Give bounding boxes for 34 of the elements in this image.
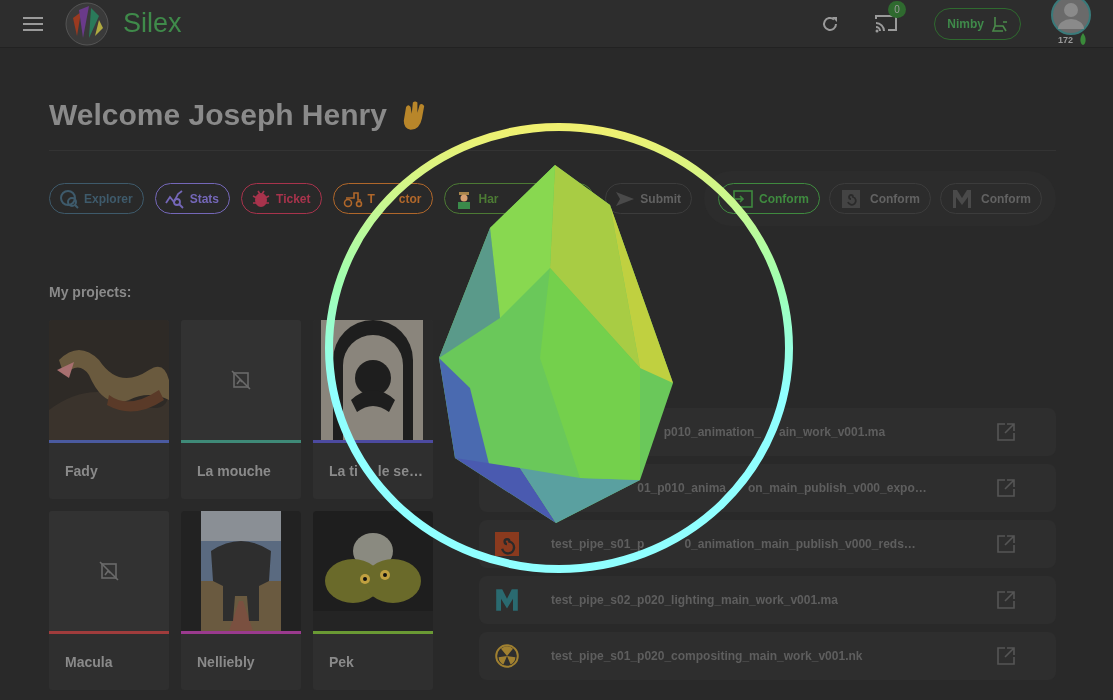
tool-icon [164,188,185,209]
section-heading: My projects: [49,284,133,300]
user-avatar[interactable] [1051,0,1091,35]
radiation-icon [495,644,519,668]
open-external-icon[interactable] [996,478,1016,498]
open-external-icon[interactable] [996,590,1016,610]
welcome-title: Welcome Joseph Henry [49,98,387,132]
notification-badge: 0 [888,0,906,18]
open-external-icon[interactable] [996,646,1016,666]
leaf-icon [1079,32,1087,45]
project-name: Macula [65,654,113,670]
project-card[interactable]: Fady [49,320,169,499]
feathers-logo-icon [65,1,109,46]
project-name: le se… [377,463,423,479]
spiral-icon [495,532,519,556]
m-logo-icon [495,588,519,612]
tool-icon [251,188,272,209]
project-card[interactable]: Macula [49,511,169,690]
menu-icon[interactable] [23,16,43,31]
open-external-icon[interactable] [996,534,1016,554]
brand-name: Silex [123,8,182,39]
project-name: Pek [329,654,354,670]
cast-icon[interactable] [874,12,899,33]
user-count: 172 [1056,34,1076,45]
open-external-icon[interactable] [996,422,1016,442]
project-card[interactable]: Nelliebly [181,511,301,690]
project-card[interactable]: Pek [313,511,433,690]
project-name: La mouche [197,463,271,479]
project-name: Fady [65,463,98,479]
project-card[interactable]: La ti le se… [313,320,433,499]
project-name: La ti [329,463,358,479]
project-name: Nelliebly [197,654,255,670]
tool-icon [59,188,79,209]
project-card[interactable]: La mouche [181,320,301,499]
